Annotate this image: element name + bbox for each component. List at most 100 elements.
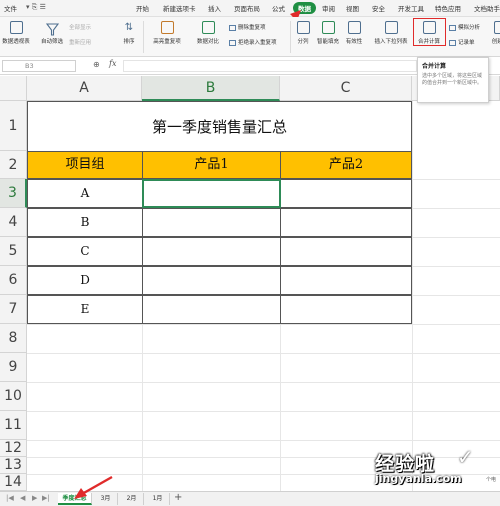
menu-new-tab[interactable]: 新建选项卡: [163, 3, 196, 13]
what-if-analysis-button[interactable]: 模拟分析: [449, 23, 480, 31]
sheet-tab-february[interactable]: 2月: [120, 493, 144, 505]
row-header-11[interactable]: 11: [0, 411, 27, 440]
cell-group-e[interactable]: E: [27, 295, 143, 324]
menu-review[interactable]: 审阅: [322, 3, 335, 13]
row-header-8[interactable]: 8: [0, 324, 27, 353]
cell-group-b[interactable]: B: [27, 208, 143, 237]
sheet-nav-prev-icon[interactable]: ◀: [20, 494, 25, 502]
menu-dropdown-icon[interactable]: ▾ ⎘ ☰: [26, 3, 46, 12]
create-group-icon: [493, 21, 500, 34]
reject-duplicates-icon: [229, 39, 236, 46]
menu-special[interactable]: 特色应用: [435, 3, 461, 13]
sort-button[interactable]: ⇅ 排序: [119, 19, 139, 45]
cell-group-d[interactable]: D: [27, 266, 143, 295]
what-if-analysis-icon: [449, 24, 456, 31]
sheet-title-cell[interactable]: 第一季度销售量汇总: [27, 101, 412, 151]
row-header-10[interactable]: 10: [0, 382, 27, 411]
record-form-button[interactable]: 记录单: [449, 38, 475, 46]
header-cell-product1[interactable]: 产品1: [142, 151, 281, 179]
cell-product1-e[interactable]: [142, 295, 281, 324]
menu-file[interactable]: 文件: [4, 3, 17, 13]
annotation-arrow-tab: [74, 475, 113, 499]
cell-product1-d[interactable]: [142, 266, 281, 295]
spreadsheet-app: 文件 ▾ ⎘ ☰ 开始 新建选项卡 插入 页面布局 公式 数据 审阅 视图 安全…: [0, 0, 500, 506]
pivot-table-button[interactable]: 数据透视表: [0, 19, 32, 45]
fx-icon[interactable]: fx: [109, 59, 116, 68]
edge-label: 个电: [486, 476, 497, 483]
autofilter-button[interactable]: 自动筛选: [37, 19, 67, 45]
validity-button[interactable]: 有效性: [340, 19, 368, 45]
text-to-columns-button[interactable]: 分列: [292, 19, 314, 45]
watermark-logo: 经验啦 ✓ jingyanla.com: [375, 445, 474, 485]
reapply-button[interactable]: 重新应用: [69, 38, 91, 46]
validity-icon: [347, 21, 361, 34]
data-compare-button[interactable]: 数据对比: [190, 19, 226, 45]
pivot-table-icon: [9, 21, 23, 34]
sheet-tab-january[interactable]: 1月: [146, 493, 170, 505]
data-compare-icon: [201, 21, 215, 34]
menu-view[interactable]: 视图: [346, 3, 359, 13]
menu-doc-helper[interactable]: 文档助手: [474, 3, 500, 13]
sort-icon: ⇅: [124, 22, 134, 33]
row-header-6[interactable]: 6: [0, 266, 27, 295]
show-all-button[interactable]: 全部显示: [69, 23, 91, 31]
consolidate-highlight: [413, 18, 446, 46]
flash-fill-button[interactable]: 智能填充: [313, 19, 343, 45]
dropdown-list-icon: [384, 21, 398, 34]
active-cell-b3[interactable]: [142, 179, 281, 208]
cell-product2-e[interactable]: [280, 295, 412, 324]
reject-duplicates-button[interactable]: 拒绝录入重复项: [229, 38, 277, 46]
checkmark-icon: ✓: [457, 445, 474, 469]
row-header-14[interactable]: 14: [0, 474, 27, 491]
tooltip-body: 选中多个区域，将这些区域的值合并到一个新区域中。: [422, 73, 483, 86]
select-all-corner[interactable]: [0, 76, 27, 101]
column-header-a[interactable]: A: [27, 76, 142, 101]
cell-product2-d[interactable]: [280, 266, 412, 295]
header-cell-group[interactable]: 项目组: [27, 151, 143, 179]
row-header-13[interactable]: 13: [0, 457, 27, 474]
highlight-duplicates-icon: [160, 21, 174, 34]
add-sheet-button[interactable]: +: [174, 492, 182, 503]
create-group-button[interactable]: 创建组: [488, 19, 500, 45]
row-header-4[interactable]: 4: [0, 208, 27, 237]
column-header-b[interactable]: B: [142, 76, 280, 101]
row-header-3[interactable]: 3: [0, 179, 27, 208]
cell-product2-a[interactable]: [280, 179, 412, 208]
flash-fill-icon: [321, 21, 335, 34]
row-header-9[interactable]: 9: [0, 353, 27, 382]
menu-insert[interactable]: 插入: [208, 3, 221, 13]
menu-home[interactable]: 开始: [136, 3, 149, 13]
menu-bar: 文件 ▾ ⎘ ☰ 开始 新建选项卡 插入 页面布局 公式 数据 审阅 视图 安全…: [0, 0, 500, 17]
highlight-duplicates-button[interactable]: 高亮重复项: [147, 19, 187, 45]
row-header-7[interactable]: 7: [0, 295, 27, 324]
consolidate-tooltip: 合并计算 选中多个区域，将这些区域的值合并到一个新区域中。: [417, 57, 489, 103]
remove-duplicates-button[interactable]: 删除重复项: [229, 23, 266, 31]
record-form-icon: [449, 39, 456, 46]
column-header-c[interactable]: C: [280, 76, 412, 101]
remove-duplicates-icon: [229, 24, 236, 31]
menu-security[interactable]: 安全: [372, 3, 385, 13]
cell-product2-c[interactable]: [280, 237, 412, 266]
filter-icon: [45, 21, 59, 36]
sheet-nav-first-icon[interactable]: |◀: [6, 494, 14, 502]
sheet-nav-last-icon[interactable]: ▶|: [42, 494, 50, 502]
menu-page-layout[interactable]: 页面布局: [234, 3, 260, 13]
cell-group-c[interactable]: C: [27, 237, 143, 266]
insert-dropdown-list-button[interactable]: 插入下拉列表: [370, 19, 412, 45]
row-header-12[interactable]: 12: [0, 440, 27, 457]
cell-product1-c[interactable]: [142, 237, 281, 266]
row-header-1[interactable]: 1: [0, 101, 27, 151]
cell-group-a[interactable]: A: [27, 179, 143, 208]
cell-product2-b[interactable]: [280, 208, 412, 237]
zoom-icon[interactable]: ⊕: [93, 60, 100, 69]
formula-input[interactable]: [123, 60, 417, 72]
sheet-nav-next-icon[interactable]: ▶: [32, 494, 37, 502]
row-header-5[interactable]: 5: [0, 237, 27, 266]
name-box[interactable]: B3: [2, 60, 76, 72]
text-to-columns-icon: [296, 21, 310, 34]
menu-developer[interactable]: 开发工具: [398, 3, 424, 13]
cell-product1-b[interactable]: [142, 208, 281, 237]
row-header-2[interactable]: 2: [0, 151, 27, 179]
header-cell-product2[interactable]: 产品2: [280, 151, 412, 179]
tooltip-title: 合并计算: [422, 63, 447, 70]
